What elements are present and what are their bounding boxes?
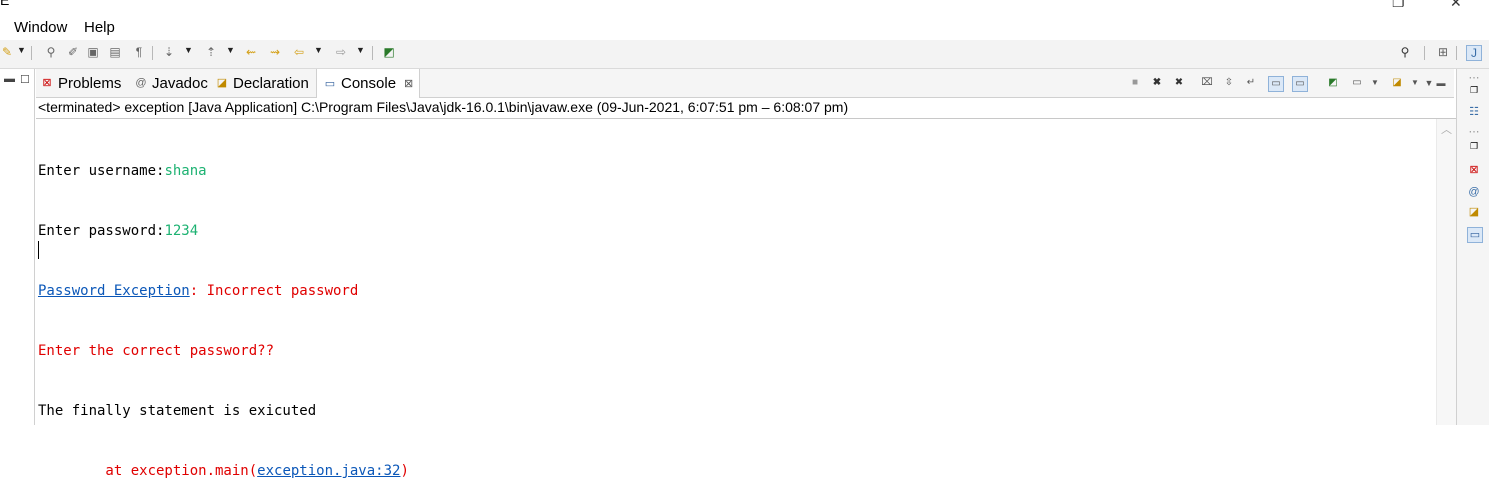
remove-launch-icon[interactable]: ✖ <box>1150 76 1164 90</box>
pin-editor-icon[interactable]: ◩ <box>382 45 396 59</box>
pin-console-icon[interactable]: ◩ <box>1326 76 1340 90</box>
tab-problems[interactable]: ⊠ Problems <box>40 69 121 97</box>
console-icon: ▭ <box>324 77 336 90</box>
user-input-text: 1234 <box>164 223 199 239</box>
toolbar-separator <box>1456 46 1457 60</box>
console-line: Enter username:shana <box>38 161 409 181</box>
toolbar-separator <box>1424 46 1425 60</box>
right-trim-bar: ⋯ ❐ ☷ ⋯ ❐ ⊠ @ ◪ ▭ <box>1456 69 1489 425</box>
show-stdout-icon[interactable]: ▭ <box>1268 76 1284 92</box>
user-input-text: shana <box>164 163 207 179</box>
terminate-icon[interactable]: ■ <box>1128 76 1142 90</box>
tab-declaration[interactable]: ◪ Declaration <box>215 69 309 97</box>
outline-icon[interactable]: ☷ <box>1467 105 1481 119</box>
console-line: Password Exception: Incorrect password <box>38 281 409 301</box>
toolbar-separator <box>31 46 32 60</box>
console-line: The finally statement is exicuted <box>38 403 317 419</box>
view-tab-bar: ⊠ Problems @ Javadoc ◪ Declaration ▭ Con… <box>36 69 1454 98</box>
tab-label: Javadoc <box>152 74 208 92</box>
console-line: at exception.main(exception.java:32) <box>38 461 409 481</box>
error-text: at exception.main( <box>38 463 258 479</box>
maximize-icon[interactable]: ☐ <box>20 73 30 86</box>
divider <box>36 118 1456 119</box>
dropdown-arrow-icon[interactable]: ▼ <box>1408 76 1422 90</box>
problems-icon: ⊠ <box>42 77 52 89</box>
tab-label: Problems <box>58 74 122 92</box>
left-panel-border <box>34 69 35 425</box>
exception-link[interactable]: Password Exception <box>38 283 190 299</box>
trim-dots-icon: ⋯ <box>1468 126 1480 138</box>
toolbar-separator <box>372 46 373 60</box>
search-icon[interactable]: ⚲ <box>1398 45 1412 59</box>
main-toolbar: ✎ ▼ ⚲ ✐ ▣ ▤ ¶ ⇣ ▼ ⇡ ▼ ⇜ ⇝ ⇦ ▼ ⇨ ▼ ◩ ⚲ ⊞ … <box>0 40 1489 69</box>
back-icon[interactable]: ⇦ <box>292 45 306 59</box>
javadoc-icon[interactable]: @ <box>1467 185 1481 199</box>
wand-icon[interactable]: ✎ <box>0 45 14 59</box>
close-window-icon[interactable]: ✕ <box>1450 0 1462 11</box>
word-wrap-icon[interactable]: ↵ <box>1244 76 1258 90</box>
whitespace-icon[interactable]: ▤ <box>108 45 122 59</box>
open-console-icon[interactable]: ◪ <box>1390 76 1404 90</box>
minimize-icon[interactable]: ▬ <box>4 73 15 85</box>
console-status-line: <terminated> exception [Java Application… <box>38 99 849 115</box>
text-cursor <box>38 241 39 259</box>
dropdown-arrow-icon[interactable]: ▼ <box>17 45 26 55</box>
tab-label: Console <box>341 75 397 92</box>
dropdown-arrow-icon[interactable]: ▼ <box>184 45 193 55</box>
declaration-icon[interactable]: ◪ <box>1467 205 1481 219</box>
close-tab-icon[interactable]: ⊠ <box>404 77 413 90</box>
restore-window-icon[interactable]: ❐ <box>1392 0 1405 11</box>
menu-window[interactable]: Window <box>14 19 67 36</box>
window-title: E <box>0 0 10 8</box>
restore-icon[interactable]: ❐ <box>1467 139 1481 153</box>
pen-icon[interactable]: ✐ <box>66 45 80 59</box>
console-line: Enter the correct password?? <box>38 343 275 359</box>
forward-edit-icon[interactable]: ⇝ <box>268 45 282 59</box>
dropdown-arrow-icon[interactable]: ▼ <box>356 45 365 55</box>
pilcrow-icon[interactable]: ¶ <box>132 45 146 59</box>
console-output[interactable]: Enter username:shana Enter password:1234… <box>38 121 409 501</box>
console-icon[interactable]: ▭ <box>1467 227 1483 243</box>
scroll-up-arrow-icon[interactable]: ︿ <box>1441 121 1452 137</box>
toolbar-separator <box>152 46 153 60</box>
javadoc-icon: @ <box>135 77 147 89</box>
restore-icon[interactable]: ❐ <box>1467 83 1481 97</box>
output-text: Enter username: <box>38 163 165 179</box>
open-perspective-icon[interactable]: ⊞ <box>1436 45 1450 59</box>
block-select-icon[interactable]: ▣ <box>86 45 100 59</box>
minimize-view-icon[interactable]: ▬ <box>1434 76 1448 90</box>
show-stderr-icon[interactable]: ▭ <box>1292 76 1308 92</box>
toggle-mark-icon[interactable]: ⚲ <box>44 45 58 59</box>
display-console-icon[interactable]: ▭ <box>1350 76 1364 90</box>
clear-console-icon[interactable]: ⌧ <box>1200 76 1214 90</box>
tab-javadoc[interactable]: @ Javadoc <box>134 69 208 97</box>
tab-console[interactable]: ▭ Console ⊠ <box>316 69 421 98</box>
forward-icon[interactable]: ⇨ <box>334 45 348 59</box>
java-perspective-icon[interactable]: J <box>1466 45 1482 61</box>
prev-annotation-icon[interactable]: ⇡ <box>204 45 218 59</box>
last-edit-icon[interactable]: ⇜ <box>244 45 258 59</box>
vertical-scrollbar[interactable]: ︿ <box>1436 119 1457 425</box>
dropdown-arrow-icon[interactable]: ▼ <box>314 45 323 55</box>
remove-all-terminated-icon[interactable]: ✖ <box>1172 76 1186 90</box>
console-line: Enter password:1234 <box>38 221 409 241</box>
stacktrace-link[interactable]: exception.java:32 <box>257 463 400 479</box>
output-text: Enter password: <box>38 223 165 239</box>
dropdown-arrow-icon[interactable]: ▼ <box>226 45 235 55</box>
scroll-lock-icon[interactable]: ⇳ <box>1222 76 1236 90</box>
tab-label: Declaration <box>233 74 309 92</box>
next-annotation-icon[interactable]: ⇣ <box>162 45 176 59</box>
problems-icon[interactable]: ⊠ <box>1467 163 1481 177</box>
menu-bar: Window Help <box>0 16 1489 38</box>
error-text: : Incorrect password <box>189 283 359 299</box>
dropdown-arrow-icon[interactable]: ▼ <box>1368 76 1382 90</box>
menu-help[interactable]: Help <box>84 19 115 36</box>
error-text: ) <box>400 463 409 479</box>
declaration-icon: ◪ <box>216 77 228 89</box>
